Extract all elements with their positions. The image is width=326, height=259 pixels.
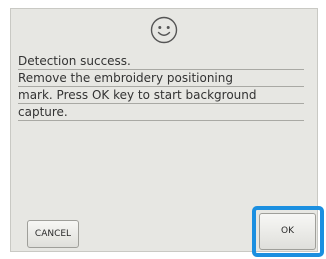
message-line: capture.: [18, 104, 304, 121]
message-line: mark. Press OK key to start background: [18, 87, 304, 104]
ok-button[interactable]: OK: [259, 213, 316, 250]
cancel-button[interactable]: CANCEL: [27, 220, 79, 248]
message-text: Detection success. Remove the embroidery…: [18, 53, 304, 121]
message-line: Detection success.: [18, 53, 304, 70]
smiley-face-icon: [150, 16, 178, 44]
message-line: Remove the embroidery positioning: [18, 70, 304, 87]
